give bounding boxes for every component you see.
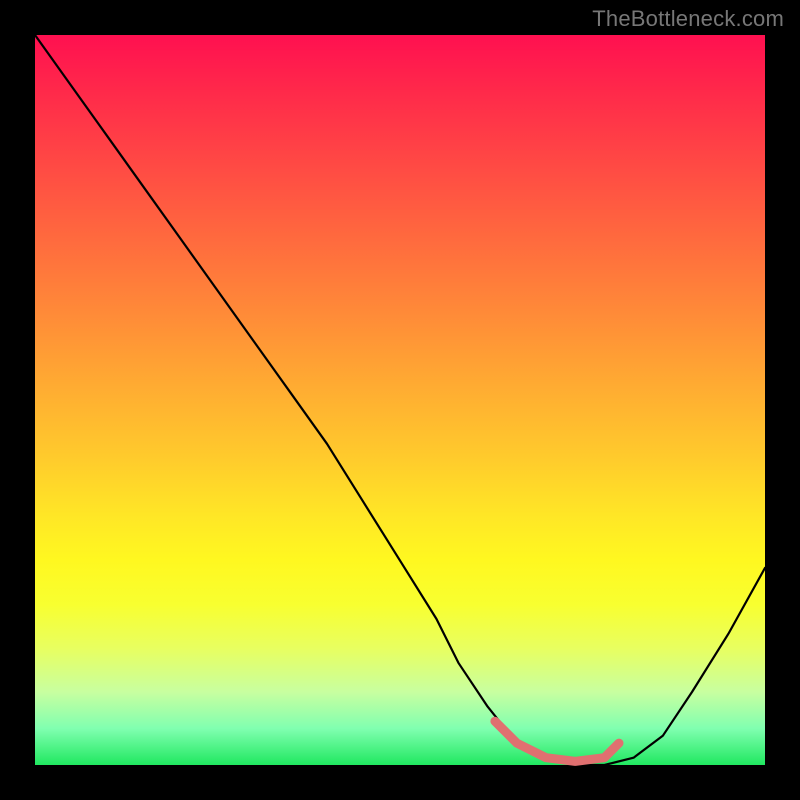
chart-frame: TheBottleneck.com: [0, 0, 800, 800]
bottleneck-curve-path: [35, 35, 765, 765]
optimal-range-path: [495, 721, 619, 761]
plot-area: [35, 35, 765, 765]
curve-svg: [35, 35, 765, 765]
watermark-text: TheBottleneck.com: [592, 6, 784, 32]
